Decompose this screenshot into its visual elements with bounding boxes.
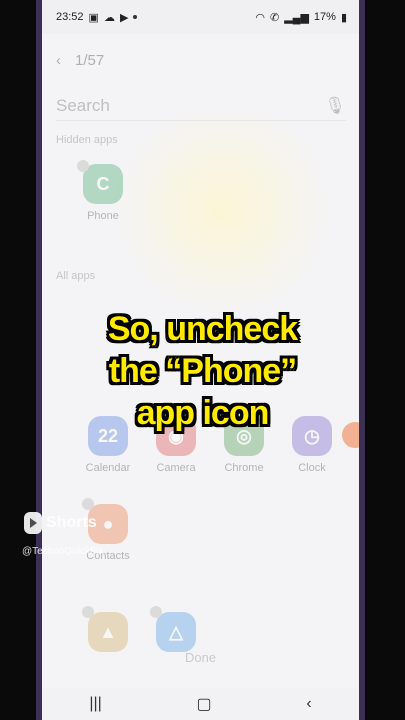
search-input[interactable]: Search (56, 96, 110, 116)
search-bar[interactable]: Search 🎙 (56, 92, 346, 121)
shorts-watermark: Shorts (24, 512, 97, 534)
landscape-icon: ▲ (88, 612, 128, 652)
video-caption: So, uncheck the “Phone” app icon (0, 308, 405, 434)
caption-line-1: So, uncheck (107, 310, 298, 348)
shorts-logo-icon (24, 512, 42, 534)
phone-icon: C (83, 164, 123, 204)
all-apps-label: All apps (56, 270, 96, 282)
wifi-icon: ◠ (255, 11, 265, 24)
app-contacts-checkbox[interactable] (82, 498, 94, 510)
battery-icon: ▮ (340, 11, 347, 24)
app-label: Camera (156, 462, 196, 474)
hidden-app-phone[interactable]: C Phone (73, 160, 133, 222)
app-label: Clock (298, 462, 326, 474)
app-label: Calendar (85, 462, 131, 474)
recent-apps-icon[interactable]: ||| (89, 695, 101, 713)
call-icon: ✆ (269, 11, 280, 24)
navigation-bar: ||| ▢ ‹ (42, 688, 359, 720)
signal-icon: ▂▄▆ (284, 11, 309, 24)
selection-counter: 1/57 (75, 52, 105, 69)
media-icon: ▶ (119, 11, 129, 24)
app-label: Phone (87, 210, 119, 222)
app-label: Chrome (224, 462, 264, 474)
more-notifications-icon (133, 15, 138, 19)
app-bar: ‹ 1/57 (56, 52, 104, 69)
caption-line-2: the “Phone” (108, 352, 297, 390)
status-bar: 23:52 ▣ ☁ ▶ ◠ ✆ ▂▄▆ 17% ▮ (42, 0, 359, 34)
home-icon[interactable]: ▢ (197, 694, 212, 714)
drive-icon: △ (156, 612, 196, 652)
app-unnamed-1-checkbox[interactable] (82, 606, 94, 618)
cloud-icon: ☁ (103, 11, 115, 24)
back-nav-icon[interactable]: ‹ (306, 695, 311, 713)
notification-icon: ▣ (88, 11, 99, 24)
channel-handle: @TechnoQuickFix (22, 546, 104, 557)
microphone-icon[interactable]: 🎙 (324, 96, 346, 116)
caption-line-3: app icon (136, 394, 270, 432)
shorts-label: Shorts (46, 514, 97, 531)
hidden-apps-label: Hidden apps (56, 134, 118, 146)
done-button[interactable]: Done (42, 650, 359, 665)
status-time: 23:52 (56, 11, 84, 23)
battery-level: 17% (313, 11, 336, 23)
app-drive-checkbox[interactable] (150, 606, 162, 618)
back-icon[interactable]: ‹ (56, 52, 61, 69)
hidden-app-phone-checkbox[interactable] (77, 160, 89, 172)
